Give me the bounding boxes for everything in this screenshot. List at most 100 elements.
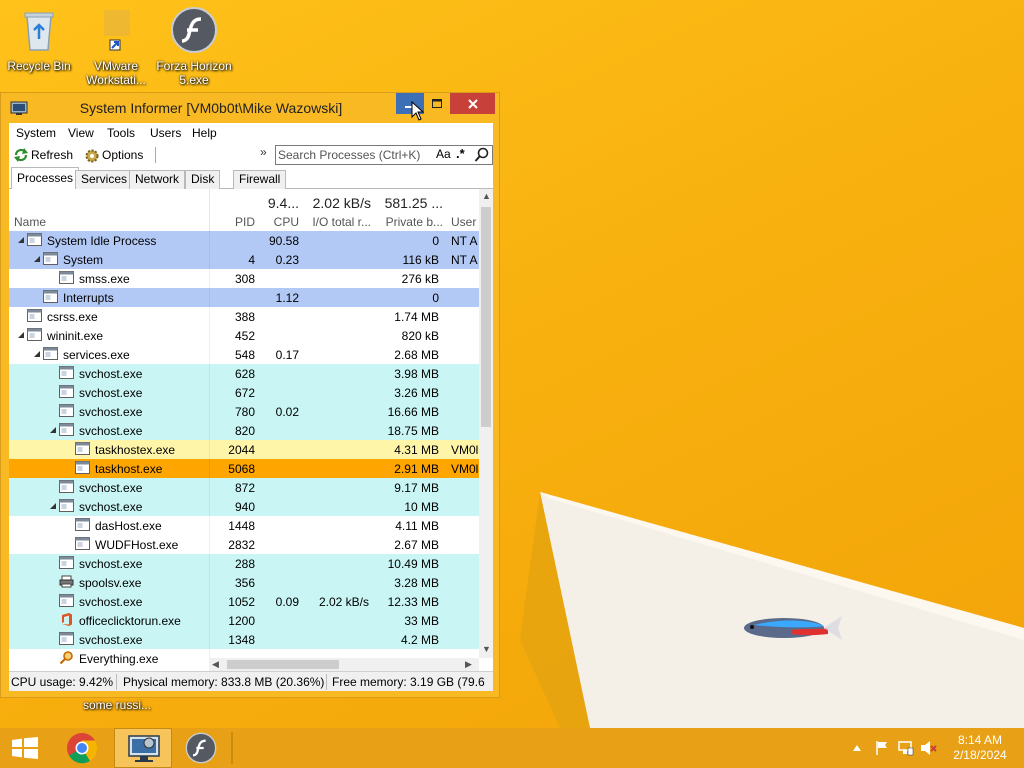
search-icon[interactable] (474, 147, 490, 163)
show-hidden-icons-icon[interactable] (852, 744, 862, 752)
scroll-right-icon[interactable]: ▶ (465, 659, 472, 670)
column-splitter (209, 231, 210, 250)
desktop-icon-recycle-bin[interactable]: Recycle Bin (1, 6, 77, 73)
process-row[interactable]: spoolsv.exe 356 3.28 MB (9, 573, 479, 592)
start-button[interactable] (0, 728, 50, 768)
tab-disk[interactable]: Disk (185, 170, 221, 189)
process-row[interactable]: dasHost.exe 1448 4.11 MB (9, 516, 479, 535)
process-row[interactable]: svchost.exe 940 10 MB (9, 497, 479, 516)
column-io[interactable]: I/O total r... (305, 215, 371, 229)
menu-users[interactable]: Users (150, 126, 181, 140)
process-row[interactable]: services.exe 548 0.17 2.68 MB (9, 345, 479, 364)
process-row[interactable]: svchost.exe 872 9.17 MB (9, 478, 479, 497)
process-row[interactable]: svchost.exe 1348 4.2 MB (9, 630, 479, 649)
process-name: svchost.exe (79, 481, 143, 495)
column-private-bytes[interactable]: Private b... (375, 215, 443, 229)
tree-expand-icon[interactable] (33, 350, 41, 358)
tree-expand-icon[interactable] (17, 331, 25, 339)
refresh-button[interactable]: Refresh (11, 146, 73, 164)
menu-tools[interactable]: Tools (107, 126, 135, 140)
column-pid[interactable]: PID (219, 215, 255, 229)
header-splitter (209, 189, 210, 231)
process-row[interactable]: taskhostex.exe 2044 4.31 MB VM0l (9, 440, 479, 459)
menu-system[interactable]: System (16, 126, 56, 140)
process-name: wininit.exe (47, 329, 104, 343)
process-pid: 1348 (228, 633, 255, 647)
desktop-icon-forza-horizon[interactable]: Forza Horizon 5.exe (156, 6, 232, 87)
toolbar: Refresh Options » Aa .* (9, 143, 493, 167)
process-row[interactable]: svchost.exe 1052 0.09 2.02 kB/s 12.33 MB (9, 592, 479, 611)
taskbar-chrome[interactable] (58, 728, 108, 768)
process-io: 2.02 kB/s (318, 595, 369, 609)
tab-network[interactable]: Network (129, 170, 186, 189)
options-button[interactable]: Options (82, 146, 143, 164)
taskbar-system-informer[interactable] (114, 728, 172, 768)
vertical-scrollbar[interactable]: ▲ ▼ (479, 189, 493, 658)
refresh-icon (14, 148, 28, 162)
process-row[interactable]: smss.exe 308 276 kB (9, 269, 479, 288)
process-row[interactable]: System Idle Process 90.58 0 NT A (9, 231, 479, 250)
column-name[interactable]: Name (14, 215, 46, 229)
network-icon[interactable] (898, 740, 914, 756)
tab-firewall[interactable]: Firewall (233, 170, 287, 189)
scroll-up-icon[interactable]: ▲ (482, 191, 491, 201)
process-row[interactable]: taskhost.exe 5068 2.91 MB VM0l (9, 459, 479, 478)
desktop-icon-label-partial[interactable]: some russi... (70, 698, 164, 712)
regex-toggle[interactable]: .* (456, 146, 465, 161)
process-name: taskhostex.exe (95, 443, 176, 457)
scroll-down-icon[interactable]: ▼ (482, 644, 491, 654)
process-row[interactable]: svchost.exe 288 10.49 MB (9, 554, 479, 573)
tree-expand-icon[interactable] (49, 502, 57, 510)
maximize-button[interactable] (424, 93, 450, 114)
process-pid: 780 (234, 405, 255, 419)
process-window-icon (27, 309, 42, 322)
process-window-icon (59, 366, 74, 379)
status-bar: CPU usage: 9.42% Physical memory: 833.8 … (9, 671, 493, 691)
toolbar-overflow-chevron[interactable]: » (260, 145, 267, 159)
horizontal-scrollbar[interactable]: ◀ ▶ (209, 658, 479, 671)
process-user: NT A (451, 253, 478, 267)
match-case-toggle[interactable]: Aa (436, 147, 451, 161)
vertical-scroll-thumb[interactable] (481, 207, 491, 427)
horizontal-scroll-thumb[interactable] (227, 660, 339, 669)
process-pid: 820 (234, 424, 255, 438)
process-window-icon (27, 328, 42, 341)
process-row[interactable]: WUDFHost.exe 2832 2.67 MB (9, 535, 479, 554)
process-row[interactable]: officeclicktorun.exe 1200 33 MB (9, 611, 479, 630)
process-row[interactable]: svchost.exe 672 3.26 MB (9, 383, 479, 402)
system-clock[interactable]: 8:14 AM 2/18/2024 (940, 733, 1020, 763)
process-window-icon (59, 632, 74, 645)
process-row[interactable]: csrss.exe 388 1.74 MB (9, 307, 479, 326)
scroll-left-icon[interactable]: ◀ (212, 659, 219, 670)
menu-view[interactable]: View (68, 126, 94, 140)
process-name: spoolsv.exe (79, 576, 142, 590)
process-cpu: 0.17 (275, 348, 299, 362)
taskbar-forza-horizon[interactable] (176, 728, 228, 768)
title-bar[interactable]: System Informer [VM0b0t\Mike Wazowski] (1, 93, 499, 123)
tree-expand-icon[interactable] (33, 255, 41, 263)
process-private-bytes: 18.75 MB (387, 424, 439, 438)
process-name: svchost.exe (79, 500, 143, 514)
process-row[interactable]: svchost.exe 780 0.02 16.66 MB (9, 402, 479, 421)
office-icon (62, 613, 72, 626)
volume-muted-icon[interactable] (920, 740, 938, 756)
process-pid: 1200 (228, 614, 255, 628)
tree-expand-icon[interactable] (49, 426, 57, 434)
desktop-icon-vmware[interactable]: VMware Workstati... (78, 6, 154, 87)
close-button[interactable] (450, 93, 495, 114)
tree-expand-icon[interactable] (17, 236, 25, 244)
column-user[interactable]: User (451, 215, 479, 229)
tab-services[interactable]: Services (75, 170, 134, 189)
process-row[interactable]: svchost.exe 628 3.98 MB (9, 364, 479, 383)
tab-processes[interactable]: Processes (11, 167, 80, 190)
search-input[interactable] (278, 147, 428, 163)
process-row[interactable]: wininit.exe 452 820 kB (9, 326, 479, 345)
column-cpu[interactable]: CPU (261, 215, 299, 229)
process-row[interactable]: Interrupts 1.12 0 (9, 288, 479, 307)
process-name: svchost.exe (79, 405, 143, 419)
action-center-flag-icon[interactable] (874, 740, 890, 756)
menu-help[interactable]: Help (192, 126, 217, 140)
process-window-icon (75, 442, 90, 455)
process-row[interactable]: System 4 0.23 116 kB NT A (9, 250, 479, 269)
process-row[interactable]: svchost.exe 820 18.75 MB (9, 421, 479, 440)
